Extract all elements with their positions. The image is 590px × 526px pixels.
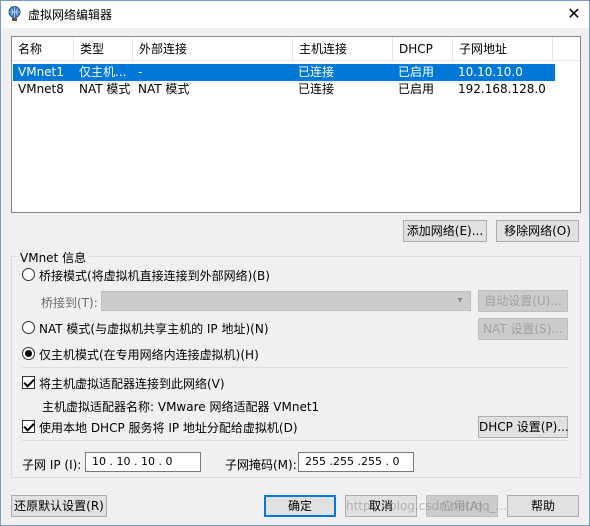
cell-dhcp: 已启用 bbox=[398, 65, 435, 79]
cell-external: - bbox=[138, 65, 143, 79]
nat-mode-label[interactable]: NAT 模式(与虚拟机共享主机的 IP 地址)(N) bbox=[39, 320, 269, 337]
ok-button[interactable]: 确定 bbox=[264, 495, 336, 517]
auto-settings-button[interactable]: 自动设置(U)... bbox=[478, 290, 568, 312]
dhcp-settings-button[interactable]: DHCP 设置(P)... bbox=[478, 416, 569, 438]
cell-external: NAT 模式 bbox=[138, 82, 190, 96]
chevron-down-icon: ▾ bbox=[457, 295, 463, 306]
use-dhcp-checkbox[interactable] bbox=[22, 420, 35, 433]
cell-name: VMnet8 bbox=[18, 82, 64, 96]
network-globe-icon bbox=[8, 6, 21, 21]
connect-adapter-label[interactable]: 将主机虚拟适配器连接到此网络(V) bbox=[39, 375, 225, 392]
column-header-external[interactable]: 外部连接 bbox=[133, 37, 293, 61]
window-title: 虚拟网络编辑器 bbox=[28, 8, 113, 22]
subnet-ip-label: 子网 IP (I): bbox=[22, 458, 82, 472]
adapter-name-text: 主机虚拟适配器名称: VMware 网络适配器 VMnet1 bbox=[42, 400, 320, 414]
subnet-mask-label: 子网掩码(M): bbox=[225, 458, 297, 472]
use-dhcp-label[interactable]: 使用本地 DHCP 服务将 IP 地址分配给虚拟机(D) bbox=[39, 419, 298, 436]
remove-network-button[interactable]: 移除网络(O) bbox=[496, 220, 579, 242]
subnet-ip-input[interactable]: 10 . 10 . 10 . 0 bbox=[85, 452, 201, 472]
column-header-dhcp[interactable]: DHCP bbox=[393, 37, 453, 61]
divider bbox=[22, 440, 568, 441]
column-header-subnet[interactable]: 子网地址 bbox=[453, 37, 553, 61]
cell-type: 仅主机... bbox=[79, 65, 127, 79]
subnet-mask-input[interactable]: 255 .255 .255 . 0 bbox=[298, 452, 414, 472]
cell-subnet: 10.10.10.0 bbox=[458, 65, 523, 79]
title-bar: 虚拟网络编辑器 ✕ bbox=[1, 1, 589, 28]
cell-name: VMnet1 bbox=[18, 65, 64, 79]
column-header-type[interactable]: 类型 bbox=[74, 37, 133, 61]
cell-type: NAT 模式 bbox=[79, 82, 131, 96]
cell-subnet: 192.168.128.0 bbox=[458, 82, 546, 96]
virtual-network-editor-window: 虚拟网络编辑器 ✕ 名称 类型 外部连接 主机连接 DHCP 子网地址 VMne… bbox=[0, 0, 590, 526]
bridged-mode-radio[interactable] bbox=[22, 268, 35, 281]
list-header: 名称 类型 外部连接 主机连接 DHCP 子网地址 bbox=[12, 37, 580, 61]
host-only-mode-label[interactable]: 仅主机模式(在专用网络内连接虚拟机)(H) bbox=[39, 346, 259, 363]
restore-defaults-button[interactable]: 还原默认设置(R) bbox=[11, 495, 107, 517]
cell-dhcp: 已启用 bbox=[398, 82, 435, 96]
bridged-mode-label[interactable]: 桥接模式(将虚拟机直接连接到外部网络)(B) bbox=[39, 267, 270, 284]
host-only-mode-radio[interactable] bbox=[22, 347, 35, 360]
column-header-host[interactable]: 主机连接 bbox=[293, 37, 393, 61]
column-header-name[interactable]: 名称 bbox=[12, 37, 74, 61]
divider bbox=[22, 367, 568, 368]
bridged-to-select[interactable]: ▾ bbox=[101, 291, 471, 311]
table-row[interactable]: VMnet8 NAT 模式 NAT 模式 已连接 已启用 192.168.128… bbox=[13, 81, 555, 98]
nat-mode-radio[interactable] bbox=[22, 321, 35, 334]
cell-host: 已连接 bbox=[298, 82, 335, 96]
cell-host: 已连接 bbox=[298, 65, 335, 79]
bridged-to-label: 桥接到(T): bbox=[41, 296, 98, 310]
help-button[interactable]: 帮助 bbox=[507, 495, 579, 517]
table-row[interactable]: VMnet1 仅主机... - 已连接 已启用 10.10.10.0 bbox=[13, 64, 555, 81]
nat-settings-button[interactable]: NAT 设置(S)... bbox=[478, 318, 568, 340]
watermark: https://blog.csdn.net/qq_... bbox=[346, 499, 508, 513]
connect-adapter-checkbox[interactable] bbox=[22, 376, 35, 389]
add-network-button[interactable]: 添加网络(E)... bbox=[403, 220, 487, 242]
close-icon[interactable]: ✕ bbox=[559, 1, 589, 28]
network-list[interactable]: 名称 类型 外部连接 主机连接 DHCP 子网地址 VMnet1 仅主机... … bbox=[11, 36, 581, 213]
vmnet-info-label: VMnet 信息 bbox=[17, 249, 90, 266]
